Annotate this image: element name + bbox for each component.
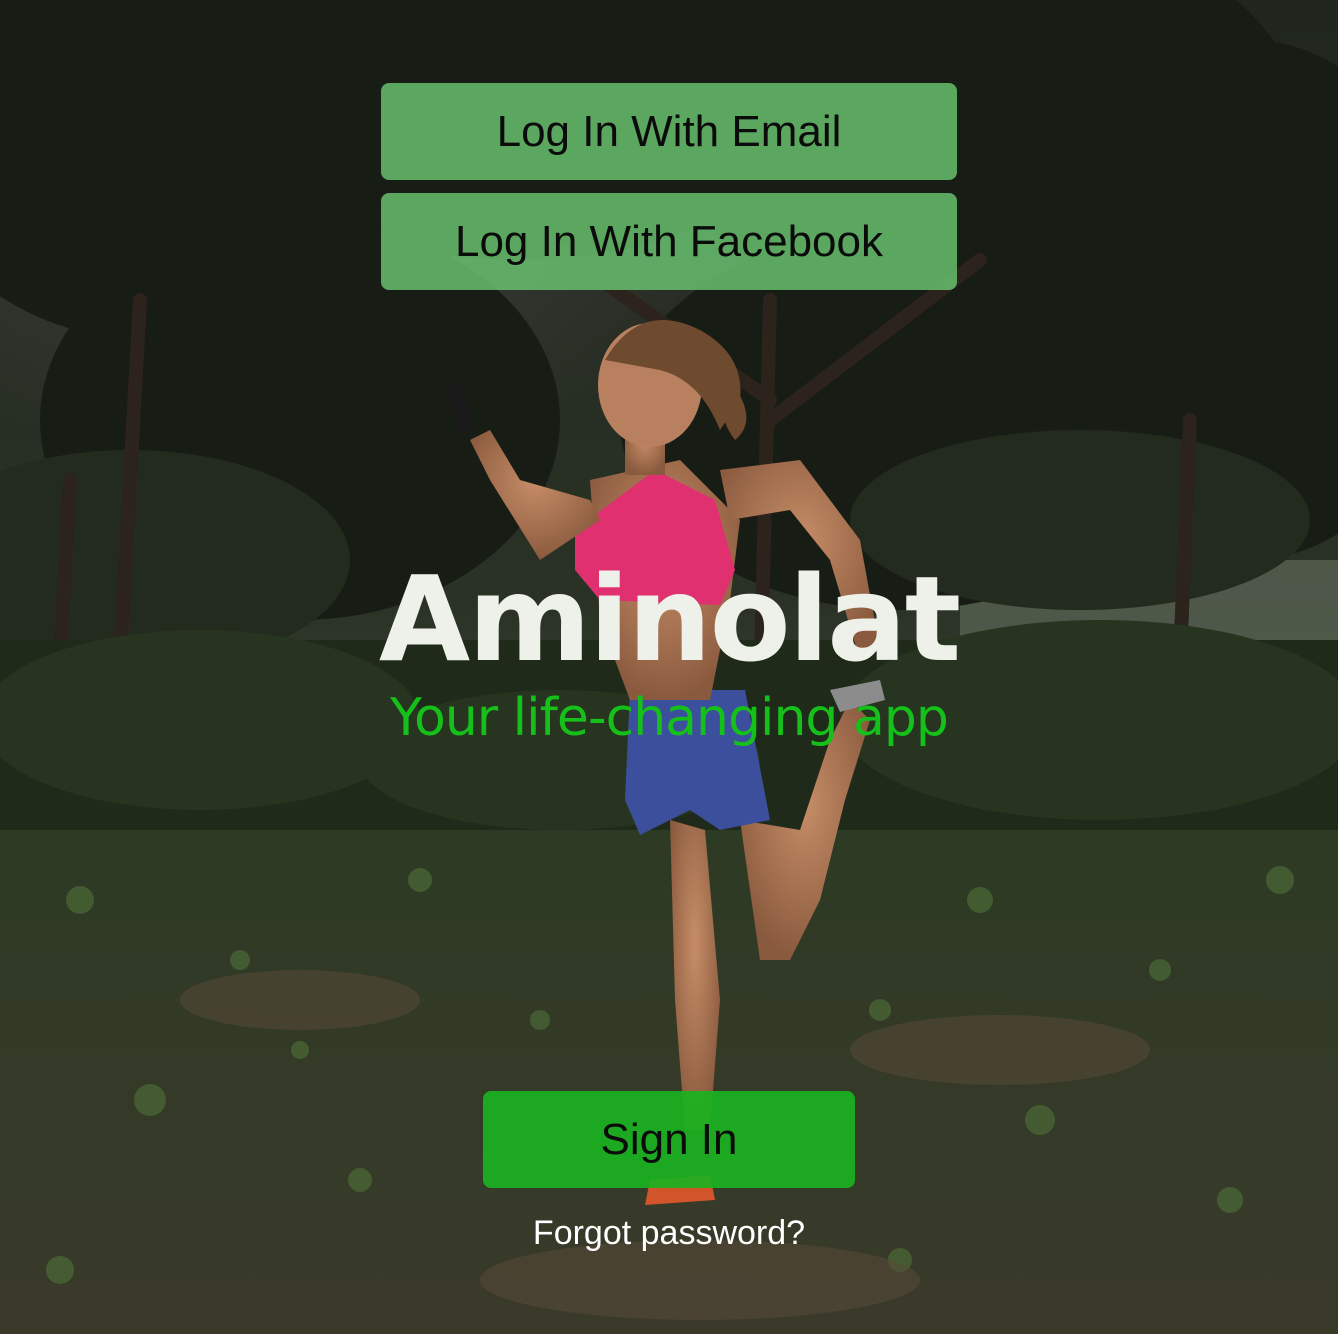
forgot-password-link[interactable]: Forgot password? (0, 1214, 1338, 1253)
login-with-email-button[interactable]: Log In With Email (381, 83, 957, 180)
app-tagline: Your life-changing app (390, 688, 949, 748)
app-name: Aminolat (378, 550, 961, 688)
login-with-facebook-button[interactable]: Log In With Facebook (381, 193, 957, 290)
sign-in-button[interactable]: Sign In (483, 1091, 855, 1188)
sign-in-label: Sign In (600, 1114, 738, 1164)
login-with-email-label: Log In With Email (496, 106, 842, 156)
login-with-facebook-label: Log In With Facebook (454, 216, 883, 266)
